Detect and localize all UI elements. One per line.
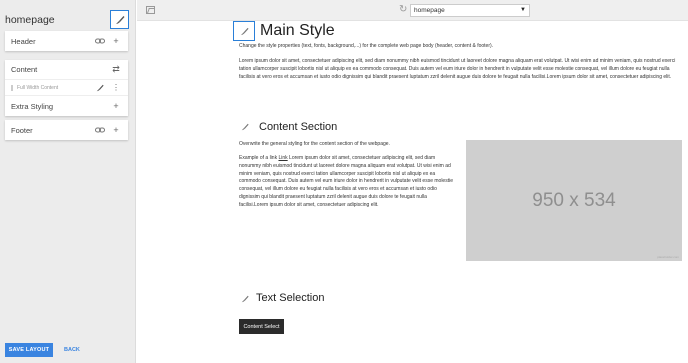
content-section-title: Content Section <box>259 121 338 133</box>
page-select[interactable]: homepage ▼ <box>410 4 530 17</box>
text-selection-edit-button[interactable] <box>238 292 252 306</box>
swap-icon[interactable]: ⇄ <box>110 64 122 76</box>
drag-handle[interactable] <box>11 84 13 91</box>
brush-icon <box>241 295 249 303</box>
main-style-edit-button[interactable] <box>233 21 255 41</box>
placeholder-watermark: placeholder.com <box>657 255 679 259</box>
page-select-value: homepage <box>414 7 445 14</box>
text-selection-title: Text Selection <box>256 292 325 304</box>
footer-card: Footer + <box>5 120 128 140</box>
main-paragraph: Lorem ipsum dolor sit amet, consectetuer… <box>239 58 676 80</box>
header-label: Header <box>11 36 36 46</box>
more-vertical-icon[interactable]: ⋮ <box>110 82 122 94</box>
layout-edit-button[interactable] <box>110 10 129 29</box>
content-card: Content ⇄ Full Width Content ⋮ Extra Sty… <box>5 60 128 116</box>
main-preview: Main Style Change the style properties (… <box>137 21 688 363</box>
plus-icon[interactable]: + <box>110 124 122 136</box>
sidebar-item-header[interactable]: Header + <box>5 31 128 51</box>
brush-icon <box>115 15 124 24</box>
footer-label: Footer <box>11 125 33 135</box>
top-toolbar: ↻ homepage ▼ <box>137 0 688 21</box>
full-width-content-label: Full Width Content <box>17 84 59 91</box>
link-icon[interactable] <box>94 35 106 47</box>
chevron-down-icon: ▼ <box>520 7 526 13</box>
content-section-edit-button[interactable] <box>238 120 252 134</box>
sidebar: homepage Header + Content ⇄ Full Width C… <box>0 0 136 363</box>
link-icon[interactable] <box>94 124 106 136</box>
placeholder-image: 950 x 534 placeholder.com <box>466 140 682 261</box>
content-section-paragraph: Example of a link Link Lorem ipsum dolor… <box>239 155 454 210</box>
brush-icon[interactable] <box>94 82 106 94</box>
placeholder-size-label: 950 x 534 <box>532 189 616 211</box>
sidebar-item-content[interactable]: Content ⇄ <box>5 60 128 80</box>
content-body: Lorem ipsum dolor sit amet, consectetuer… <box>239 155 453 208</box>
image-icon[interactable] <box>146 6 155 14</box>
sidebar-item-extra-styling[interactable]: Extra Styling + <box>5 96 128 116</box>
main-subtitle: Change the style properties (text, fonts… <box>239 43 494 49</box>
plus-icon[interactable]: + <box>110 100 122 112</box>
save-layout-button[interactable]: SAVE LAYOUT <box>5 343 53 357</box>
sidebar-item-footer[interactable]: Footer + <box>5 120 128 140</box>
back-button[interactable]: BACK <box>64 347 80 353</box>
reload-icon[interactable]: ↻ <box>399 4 407 15</box>
header-card: Header + <box>5 31 128 51</box>
content-select-button[interactable]: Content Select <box>239 319 284 334</box>
brush-icon <box>241 123 249 131</box>
example-link[interactable]: Link <box>278 155 287 161</box>
layout-title: homepage <box>5 14 55 26</box>
example-prefix: Example of a link <box>239 155 279 161</box>
content-label: Content <box>11 65 38 74</box>
content-subitem-row[interactable]: Full Width Content ⋮ <box>5 80 128 96</box>
extra-styling-label: Extra Styling <box>11 101 54 111</box>
plus-icon[interactable]: + <box>110 35 122 47</box>
page-title: Main Style <box>260 22 335 39</box>
brush-icon <box>240 27 249 35</box>
content-section-subtitle: Overwrite the general styling for the co… <box>239 141 390 147</box>
